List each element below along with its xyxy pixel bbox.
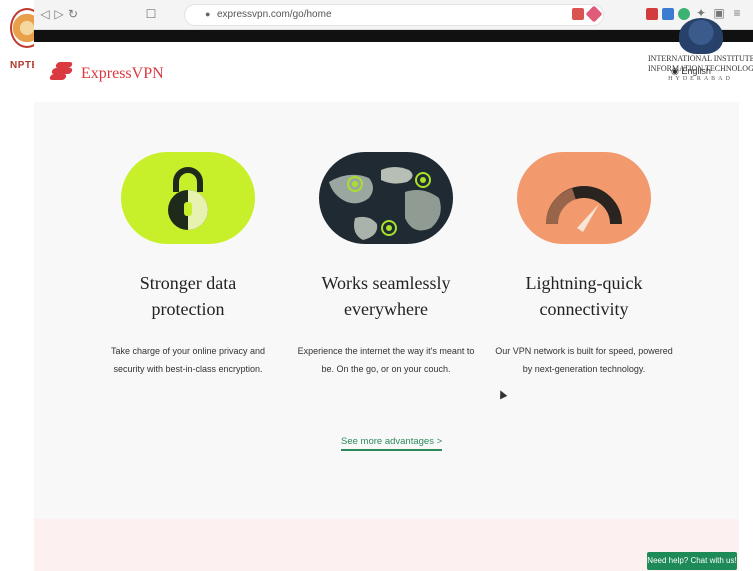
- brand-name[interactable]: ExpressVPN: [81, 65, 164, 83]
- address-bar[interactable]: ● expressvpn.com/go/home: [184, 4, 604, 26]
- feature-description: Take charge of your online privacy and s…: [110, 346, 266, 374]
- brave-shield-icon[interactable]: [572, 8, 584, 20]
- feature-protection: Stronger data protection Take charge of …: [78, 152, 298, 378]
- feature-everywhere: Works seamlessly everywhere Experience t…: [276, 152, 496, 378]
- reload-icon[interactable]: ↻: [66, 7, 80, 21]
- mouse-cursor-icon: [496, 388, 508, 400]
- chat-button[interactable]: Need help? Chat with us!: [647, 552, 737, 570]
- globe-icon: [319, 152, 453, 244]
- bookmark-icon[interactable]: ☐: [144, 7, 158, 21]
- iiit-hyderabad-logo: INTERNATIONAL INSTITUTE OF INFORMATION T…: [648, 18, 753, 94]
- site-header: ExpressVPN ◉ English: [34, 42, 739, 102]
- feature-description: Experience the internet the way it's mea…: [297, 346, 475, 374]
- back-arrow-icon[interactable]: ◁: [38, 7, 52, 21]
- speedometer-icon: [517, 152, 651, 244]
- feature-title: Stronger data protection: [139, 273, 237, 319]
- tree-icon: [678, 18, 723, 54]
- browser-toolbar: ◁ ▷ ↻ ☐ ● expressvpn.com/go/home ✦ ▣ ≡: [34, 0, 753, 30]
- webpage: ExpressVPN ◉ English Stronger data prote…: [34, 42, 739, 571]
- padlock-icon: [121, 152, 255, 244]
- lock-icon: ●: [205, 9, 211, 19]
- bookmarks-bar: [34, 30, 753, 42]
- next-section: [34, 519, 739, 571]
- forward-arrow-icon[interactable]: ▷: [52, 7, 66, 21]
- feature-speed: Lightning-quick connectivity Our VPN net…: [474, 152, 694, 378]
- feature-description: Our VPN network is built for speed, powe…: [495, 346, 673, 374]
- expressvpn-logo-icon[interactable]: [48, 60, 74, 82]
- see-more-advantages-link[interactable]: See more advantages >: [341, 436, 443, 451]
- address-url[interactable]: expressvpn.com/go/home: [217, 9, 332, 20]
- feature-title: Works seamlessly everywhere: [321, 273, 451, 319]
- feature-title: Lightning-quick connectivity: [525, 273, 643, 319]
- features-section: Stronger data protection Take charge of …: [34, 102, 739, 519]
